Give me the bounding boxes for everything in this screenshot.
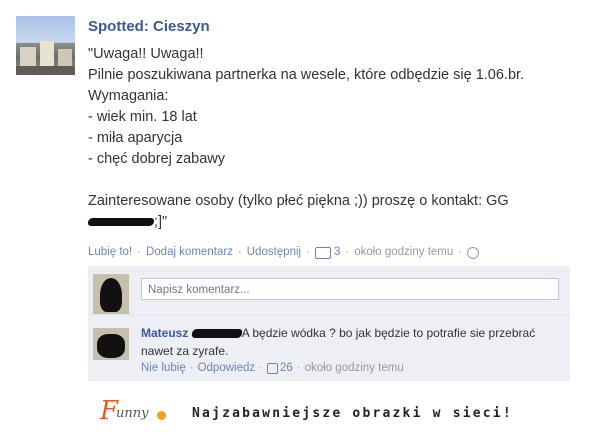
post-line: - miła aparycja	[88, 130, 183, 146]
thumbs-up-icon[interactable]	[266, 362, 278, 374]
post-line: Wymagania:	[88, 88, 169, 104]
separator: ·	[237, 246, 242, 258]
separator: ·	[306, 246, 310, 258]
funny-logo: F unny	[100, 396, 170, 428]
separator: ·	[345, 246, 350, 258]
add-comment-link[interactable]: Dodaj komentarz	[146, 246, 233, 258]
avatar-building	[40, 41, 54, 67]
like-link[interactable]: Lubię to!	[88, 246, 132, 258]
separator: ·	[458, 246, 463, 258]
comment-input-row: Napisz komentarz...	[88, 270, 570, 315]
unlike-link[interactable]: Nie lubię	[141, 362, 186, 374]
user-avatar	[93, 274, 129, 314]
footer-tagline: Najzabawniejsze obrazki w sieci!	[192, 405, 513, 421]
avatar-building	[58, 49, 72, 67]
redaction-scribble	[190, 329, 243, 339]
post-time[interactable]: około godziny temu	[354, 246, 453, 258]
globe-icon[interactable]	[467, 247, 480, 259]
separator: ·	[296, 362, 301, 374]
post-line: "Uwaga!! Uwaga!!	[88, 46, 204, 62]
page-name-link[interactable]: Spotted: Cieszyn	[88, 18, 210, 35]
post-line: - chęć dobrej zabawy	[88, 151, 226, 167]
redaction-scribble	[87, 218, 155, 227]
separator: ·	[137, 246, 141, 258]
comment-body: Mateusz A będzie wódka ? bo jak będzie t…	[141, 324, 561, 360]
logo-dot	[157, 411, 166, 420]
comment-item: Mateusz A będzie wódka ? bo jak będzie t…	[88, 322, 570, 380]
post-line: Zainteresowane osoby (tylko płeć piękna …	[88, 193, 509, 209]
separator: ·	[259, 362, 263, 374]
commenter-avatar[interactable]	[93, 328, 129, 360]
comments-panel: Napisz komentarz... Mateusz A będzie wód…	[88, 266, 570, 381]
comment-time[interactable]: około godziny temu	[305, 362, 404, 374]
separator: ·	[189, 362, 194, 374]
page-avatar[interactable]	[16, 16, 75, 75]
footer: F unny Najzabawniejsze obrazki w sieci!	[100, 396, 513, 428]
comment-count[interactable]: 3	[334, 246, 340, 258]
post-line: Pilnie poszukiwana partnerka na wesele, …	[88, 67, 525, 83]
post-line: - wiek min. 18 lat	[88, 109, 197, 125]
comment-likes[interactable]: 26	[280, 362, 293, 374]
avatar-building	[20, 47, 36, 67]
share-link[interactable]: Udostępnij	[247, 246, 301, 258]
comment-icon[interactable]	[314, 247, 331, 259]
avatar-road	[16, 66, 75, 75]
post-actions: Lubię to! · Dodaj komentarz · Udostępnij…	[88, 246, 480, 259]
comment-input[interactable]: Napisz komentarz...	[141, 278, 559, 300]
post-line-suffix: ;]"	[154, 214, 168, 230]
commenter-name[interactable]: Mateusz	[141, 326, 188, 340]
comment-meta: Nie lubię · Odpowiedz · 26 · około godzi…	[141, 362, 404, 374]
reply-link[interactable]: Odpowiedz	[198, 362, 256, 374]
post-text: "Uwaga!! Uwaga!! Pilnie poszukiwana part…	[87, 44, 568, 233]
